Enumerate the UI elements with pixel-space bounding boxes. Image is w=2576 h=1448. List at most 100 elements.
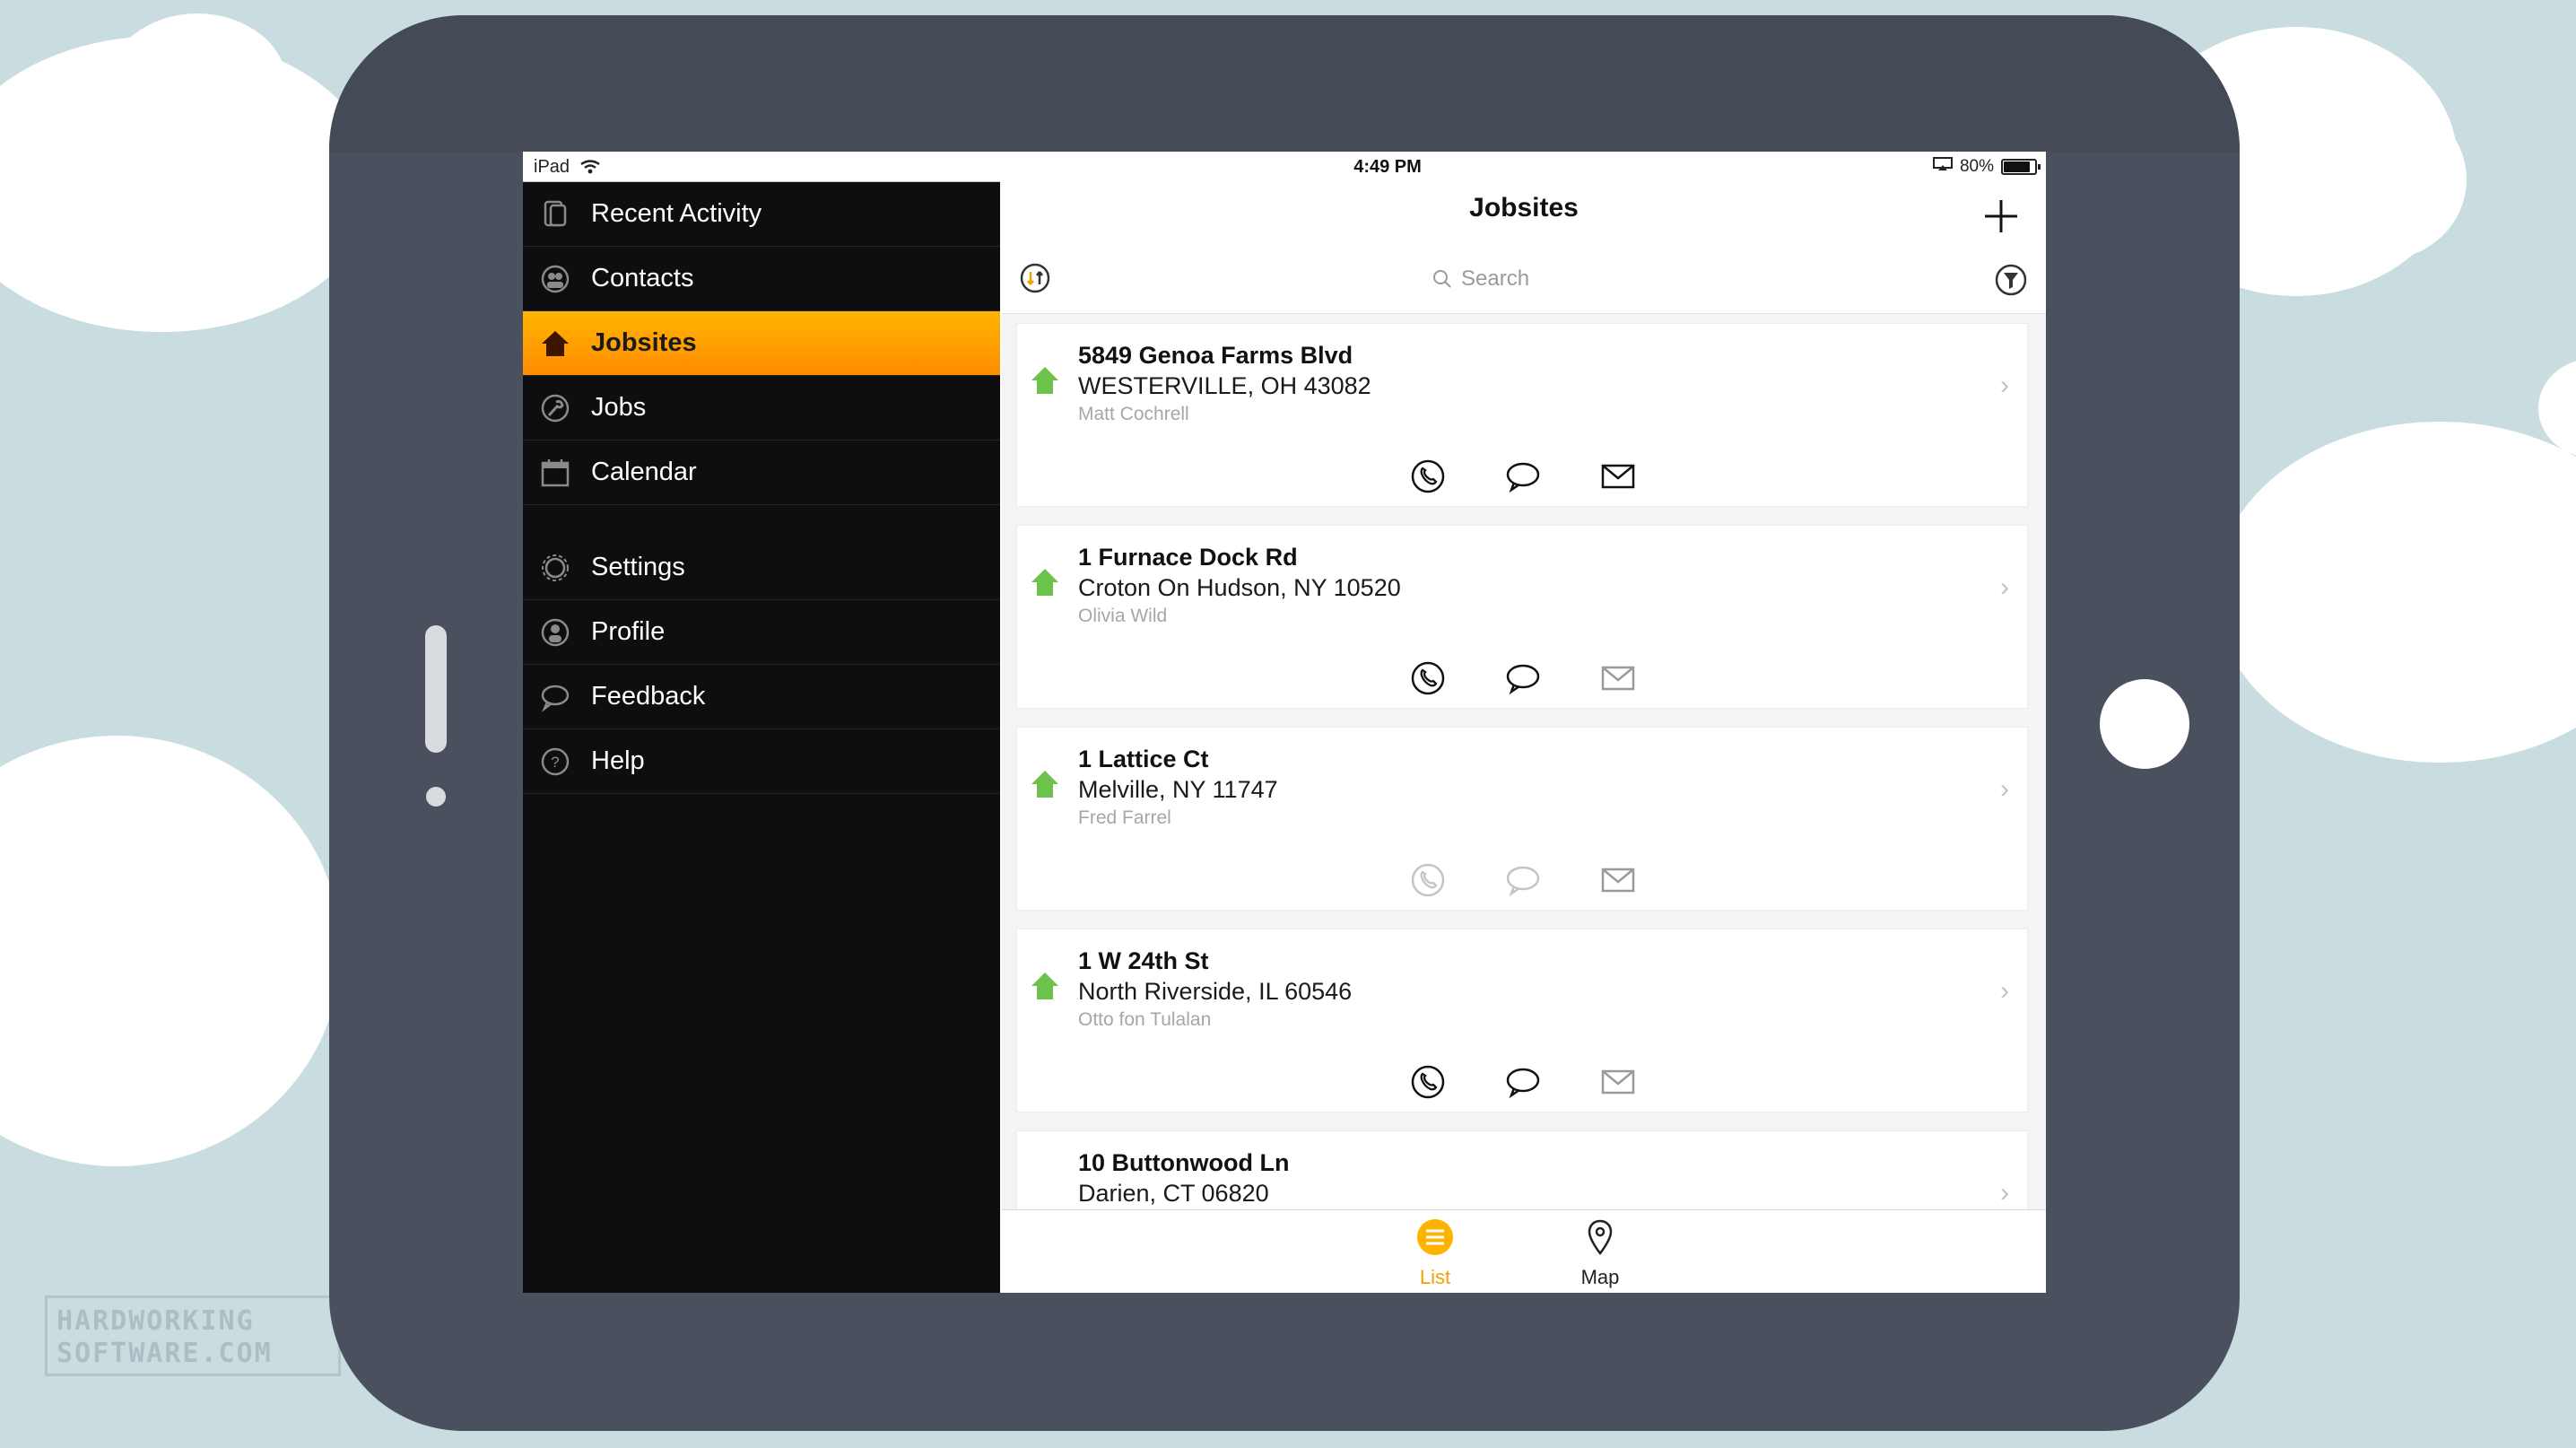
sidebar-item-help[interactable]: ? Help [523, 729, 1000, 794]
jobsite-address-line-1: 1 W 24th St [1078, 947, 1209, 974]
recent-activity-icon [539, 198, 571, 231]
message-button[interactable] [1505, 862, 1541, 898]
sidebar-item-contacts[interactable]: Contacts [523, 247, 1000, 311]
cloud [0, 736, 341, 1166]
wifi-icon [575, 157, 600, 177]
watermark-line-2: SOFTWARE.COM [57, 1338, 273, 1369]
status-filter-button[interactable] [1020, 263, 1050, 293]
cloud [108, 13, 287, 157]
house-icon [1031, 973, 1058, 999]
jobsite-card[interactable]: 1 W 24th St North Riverside, IL 60546 Otto… [1016, 929, 2028, 1112]
house-icon [1031, 367, 1058, 394]
add-button[interactable] [1983, 198, 2019, 234]
status-bar-right: 80% [1932, 152, 2041, 182]
message-button[interactable] [1505, 458, 1541, 494]
sidebar-item-label: Recent Activity [591, 199, 762, 228]
svg-text:?: ? [551, 754, 559, 771]
sidebar: Recent Activity Contacts Jobsites Jobs C… [523, 182, 1000, 1293]
email-button[interactable] [1600, 862, 1636, 898]
sidebar-item-label: Contacts [591, 264, 694, 292]
search-placeholder: Search [1461, 266, 1530, 291]
jobsite-address-line-2: Darien, CT 06820 [1078, 1180, 1269, 1207]
calendar-icon [539, 457, 571, 489]
search-field[interactable]: Search [1432, 265, 1529, 293]
watermark-line-1: HARDWORKING [57, 1305, 255, 1337]
tablet-side-button [425, 625, 447, 753]
jobsite-card[interactable]: 1 Lattice Ct Melville, NY 11747 Fred Farre… [1016, 727, 2028, 911]
map-pin-icon [1588, 1219, 1613, 1256]
sidebar-item-profile[interactable]: Profile [523, 600, 1000, 665]
jobsite-contact-name: Otto fon Tulalan [1078, 1009, 1212, 1030]
jobsite-contact-name: Fred Farrel [1078, 807, 1171, 828]
main-panel: 4:49 PM 80% Jobsites Search 5849 Genoa F… [1002, 152, 2046, 1293]
chevron-right-icon: › [2000, 572, 2009, 602]
jobsite-address-line-2: WESTERVILLE, OH 43082 [1078, 372, 1371, 399]
sidebar-item-jobs[interactable]: Jobs [523, 376, 1000, 441]
sidebar-item-feedback[interactable]: Feedback [523, 665, 1000, 729]
chevron-right-icon: › [2000, 371, 2009, 400]
call-button[interactable] [1410, 660, 1446, 696]
cloud [2296, 99, 2467, 260]
chevron-right-icon: › [2000, 976, 2009, 1006]
house-icon [1031, 771, 1058, 798]
jobsite-card[interactable]: 5849 Genoa Farms Blvd WESTERVILLE, OH 430… [1016, 323, 2028, 507]
battery-tip [2038, 164, 2041, 170]
tab-label: List [1419, 1266, 1451, 1288]
help-icon: ? [539, 746, 571, 778]
battery-level [2004, 161, 2030, 172]
call-button[interactable] [1410, 1064, 1446, 1100]
funnel-icon [1995, 264, 2027, 296]
message-button[interactable] [1505, 1064, 1541, 1100]
sidebar-item-label: Calendar [591, 458, 697, 486]
sidebar-item-label: Settings [591, 553, 685, 581]
plus-icon [1985, 200, 2017, 232]
sidebar-item-label: Feedback [591, 682, 706, 711]
tab-map[interactable]: Map [1551, 1217, 1649, 1289]
filter-button[interactable] [1994, 263, 2028, 297]
contacts-icon [539, 263, 571, 295]
jobsite-address-line-1: 1 Lattice Ct [1078, 746, 1209, 772]
search-icon [1433, 270, 1451, 288]
speech-bubble-icon [539, 681, 571, 713]
watermark: HARDWORKING SOFTWARE.COM [45, 1295, 341, 1376]
call-button[interactable] [1410, 862, 1446, 898]
house-icon [1031, 569, 1058, 596]
jobsite-address-line-2: North Riverside, IL 60546 [1078, 978, 1353, 1005]
message-button[interactable] [1505, 660, 1541, 696]
status-time: 4:49 PM [1353, 157, 1422, 177]
email-button[interactable] [1600, 458, 1636, 494]
gear-icon [539, 552, 571, 584]
chevron-right-icon: › [2000, 774, 2009, 804]
email-button[interactable] [1600, 660, 1636, 696]
tablet-bezel-shade [329, 15, 2240, 152]
tab-bar: List Map [1002, 1209, 2046, 1293]
device-name: iPad [534, 157, 570, 177]
wrench-icon [539, 392, 571, 424]
email-button[interactable] [1600, 1064, 1636, 1100]
tablet-side-dot [426, 787, 446, 807]
jobsite-card[interactable]: 1 Furnace Dock Rd Croton On Hudson, NY 10… [1016, 525, 2028, 709]
call-button[interactable] [1410, 458, 1446, 494]
tab-list[interactable]: List [1386, 1217, 1484, 1289]
status-filter-icon [1020, 263, 1050, 293]
jobsite-contact-name: Olivia Wild [1078, 606, 1168, 626]
app-screen: iPad Recent Activity Contacts Jobsites J… [523, 152, 2046, 1293]
chevron-right-icon: › [2000, 1178, 2009, 1208]
jobsite-address-line-2: Croton On Hudson, NY 10520 [1078, 574, 1401, 601]
sidebar-item-label: Jobs [591, 393, 647, 422]
jobsite-address-line-2: Melville, NY 11747 [1078, 776, 1278, 803]
tab-label: Map [1580, 1266, 1620, 1288]
home-button[interactable] [2100, 679, 2189, 769]
battery-icon [2001, 159, 2041, 175]
sidebar-item-settings[interactable]: Settings [523, 536, 1000, 600]
sidebar-item-calendar[interactable]: Calendar [523, 441, 1000, 505]
jobsite-list: 5849 Genoa Farms Blvd WESTERVILLE, OH 430… [1002, 314, 2046, 1293]
list-icon [1417, 1219, 1453, 1255]
cloud [2215, 422, 2576, 763]
sidebar-item-jobsites[interactable]: Jobsites [523, 311, 1000, 376]
profile-icon [539, 616, 571, 649]
jobsite-address-line-1: 10 Buttonwood Ln [1078, 1149, 1290, 1176]
sidebar-item-label: Jobsites [591, 328, 697, 357]
sidebar-item-recent-activity[interactable]: Recent Activity [523, 182, 1000, 247]
screen-mirroring-icon [1932, 152, 1953, 182]
